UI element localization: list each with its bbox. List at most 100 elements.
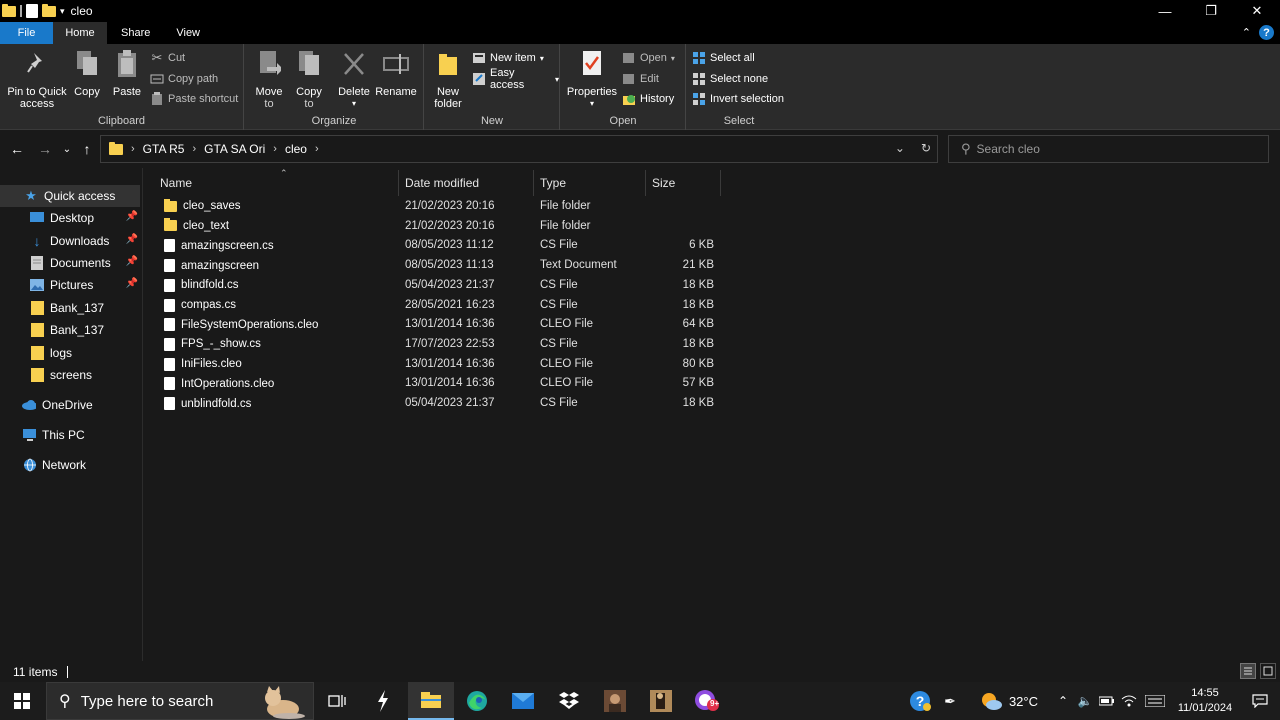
- taskbar-app-game-2[interactable]: [638, 682, 684, 720]
- open-button[interactable]: Open ▾: [622, 49, 675, 67]
- taskbar-search-input[interactable]: [80, 692, 251, 710]
- new-item-button[interactable]: New item ▾: [472, 49, 544, 67]
- tab-home[interactable]: Home: [53, 22, 107, 44]
- search-input[interactable]: [976, 142, 1257, 156]
- chevron-up-icon[interactable]: ⌃: [1052, 682, 1074, 720]
- breadcrumb-cleo[interactable]: cleo: [285, 142, 307, 156]
- notifications-icon[interactable]: [1240, 682, 1280, 720]
- table-row[interactable]: cleo_saves 21/02/2023 20:16 File folder: [160, 198, 720, 217]
- breadcrumb-gta-sa-ori[interactable]: GTA SA Ori: [204, 142, 265, 156]
- taskbar-app-file-explorer[interactable]: [408, 682, 454, 720]
- chevron-right-icon[interactable]: ›: [273, 143, 277, 155]
- nav-documents[interactable]: Documents 📌: [0, 252, 140, 274]
- edit-button[interactable]: Edit: [622, 70, 659, 88]
- large-icons-view-button[interactable]: [1260, 663, 1276, 679]
- start-button[interactable]: [0, 682, 44, 720]
- pin-icon[interactable]: 📌: [126, 256, 138, 267]
- refresh-icon[interactable]: ↻: [921, 141, 931, 155]
- volume-icon[interactable]: 🔈: [1074, 682, 1096, 720]
- nav-bank-137[interactable]: Bank_137: [0, 297, 140, 319]
- column-header-name[interactable]: Name ⌃: [154, 168, 399, 196]
- table-row[interactable]: amazingscreen.cs 08/05/2023 11:12 CS File 6…: [160, 237, 720, 256]
- table-row[interactable]: IniFiles.cleo 13/01/2014 16:36 CLEO File 80…: [160, 356, 720, 375]
- paste-shortcut-button[interactable]: Paste shortcut: [150, 90, 238, 108]
- keyboard-icon[interactable]: [1140, 682, 1170, 720]
- forward-button[interactable]: →: [36, 139, 54, 159]
- table-row[interactable]: blindfold.cs 05/04/2023 21:37 CS File 18 KB: [160, 277, 720, 296]
- column-header-type[interactable]: Type: [534, 170, 646, 196]
- task-view-button[interactable]: [314, 682, 360, 720]
- new-folder-icon[interactable]: [42, 3, 56, 17]
- column-header-size[interactable]: Size: [646, 170, 721, 196]
- chevron-right-icon[interactable]: ›: [192, 143, 196, 155]
- table-row[interactable]: amazingscreen 08/05/2023 11:13 Text Docume…: [160, 257, 720, 276]
- nav-onedrive[interactable]: OneDrive: [0, 394, 140, 416]
- battery-icon[interactable]: [1096, 682, 1118, 720]
- recent-locations-button[interactable]: ⌄: [58, 139, 76, 159]
- rename-button[interactable]: Rename: [375, 48, 417, 98]
- properties-icon[interactable]: [26, 4, 38, 18]
- invert-selection-button[interactable]: Invert selection: [692, 90, 784, 108]
- pin-icon[interactable]: 📌: [126, 234, 138, 245]
- nav-network[interactable]: Network: [0, 454, 140, 476]
- pin-icon[interactable]: 📌: [126, 211, 138, 222]
- minimize-button[interactable]: —: [1142, 0, 1188, 22]
- table-row[interactable]: cleo_text 21/02/2023 20:16 File folder: [160, 218, 720, 237]
- nav-downloads[interactable]: ↓ Downloads 📌: [0, 230, 140, 252]
- copy-path-button[interactable]: Copy path: [150, 70, 218, 88]
- back-button[interactable]: ←: [8, 139, 26, 159]
- table-row[interactable]: FPS_-_show.cs 17/07/2023 22:53 CS File 18 K…: [160, 336, 720, 355]
- nav-logs[interactable]: logs: [0, 342, 140, 364]
- tab-view[interactable]: View: [164, 22, 212, 44]
- chevron-right-icon[interactable]: ›: [315, 143, 319, 155]
- taskbar-app-edge[interactable]: [454, 682, 500, 720]
- address-bar[interactable]: › GTA R5 › GTA SA Ori › cleo › ⌄ ↻: [100, 135, 938, 163]
- taskbar-app-lightning[interactable]: [360, 682, 406, 720]
- properties-button[interactable]: Properties ▾: [566, 48, 618, 110]
- weather-icon[interactable]: [973, 682, 1009, 720]
- taskbar-search[interactable]: ⚲: [46, 682, 314, 720]
- maximize-button[interactable]: ❐: [1188, 0, 1234, 22]
- wifi-icon[interactable]: [1118, 682, 1140, 720]
- pen-icon[interactable]: ✒: [935, 682, 965, 720]
- new-folder-button[interactable]: New folder: [431, 48, 465, 110]
- help-icon[interactable]: ?: [1259, 25, 1274, 40]
- history-button[interactable]: History: [622, 90, 674, 108]
- paste-button[interactable]: Paste: [112, 48, 142, 98]
- weather-temperature[interactable]: 32°C: [1009, 694, 1038, 709]
- delete-button[interactable]: Delete ▾: [338, 48, 370, 110]
- breadcrumb-gta-r5[interactable]: GTA R5: [143, 142, 185, 156]
- taskbar-app-game-1[interactable]: [592, 682, 638, 720]
- close-button[interactable]: ✕: [1234, 0, 1280, 22]
- nav-desktop[interactable]: Desktop 📌: [0, 207, 140, 229]
- select-none-button[interactable]: Select none: [692, 70, 768, 88]
- help-icon[interactable]: ?: [905, 682, 935, 720]
- column-header-date[interactable]: Date modified: [399, 170, 534, 196]
- tab-file[interactable]: File: [0, 22, 53, 44]
- up-button[interactable]: ↑: [78, 139, 96, 159]
- table-row[interactable]: unblindfold.cs 05/04/2023 21:37 CS File 18 …: [160, 395, 720, 414]
- nav-bank-137-2[interactable]: Bank_137: [0, 319, 140, 341]
- taskbar-app-dropbox[interactable]: [546, 682, 592, 720]
- table-row[interactable]: compas.cs 28/05/2021 16:23 CS File 18 KB: [160, 297, 720, 316]
- nav-this-pc[interactable]: This PC: [0, 424, 140, 446]
- clock[interactable]: 14:55 11/01/2024: [1170, 686, 1240, 716]
- pin-icon[interactable]: 📌: [126, 278, 138, 289]
- pin-to-quick-access-button[interactable]: Pin to Quick access: [6, 48, 68, 110]
- chevron-down-icon[interactable]: ▾: [60, 6, 65, 17]
- search-box[interactable]: ⚲: [948, 135, 1269, 163]
- table-row[interactable]: FileSystemOperations.cleo 13/01/2014 16:3…: [160, 316, 720, 335]
- nav-screens[interactable]: screens: [0, 364, 140, 386]
- copy-to-button[interactable]: Copy to: [293, 48, 325, 110]
- move-to-button[interactable]: Move to: [253, 48, 285, 110]
- nav-quick-access[interactable]: ★ Quick access: [0, 185, 140, 207]
- nav-pictures[interactable]: Pictures 📌: [0, 274, 140, 296]
- taskbar-app-mail[interactable]: [500, 682, 546, 720]
- cut-button[interactable]: ✂ Cut: [150, 49, 186, 67]
- copy-button[interactable]: Copy: [72, 48, 102, 98]
- tab-share[interactable]: Share: [107, 22, 164, 44]
- select-all-button[interactable]: Select all: [692, 49, 755, 67]
- details-view-button[interactable]: [1240, 663, 1256, 679]
- table-row[interactable]: IntOperations.cleo 13/01/2014 16:36 CLEO F…: [160, 375, 720, 394]
- easy-access-button[interactable]: Easy access ▾: [472, 67, 559, 91]
